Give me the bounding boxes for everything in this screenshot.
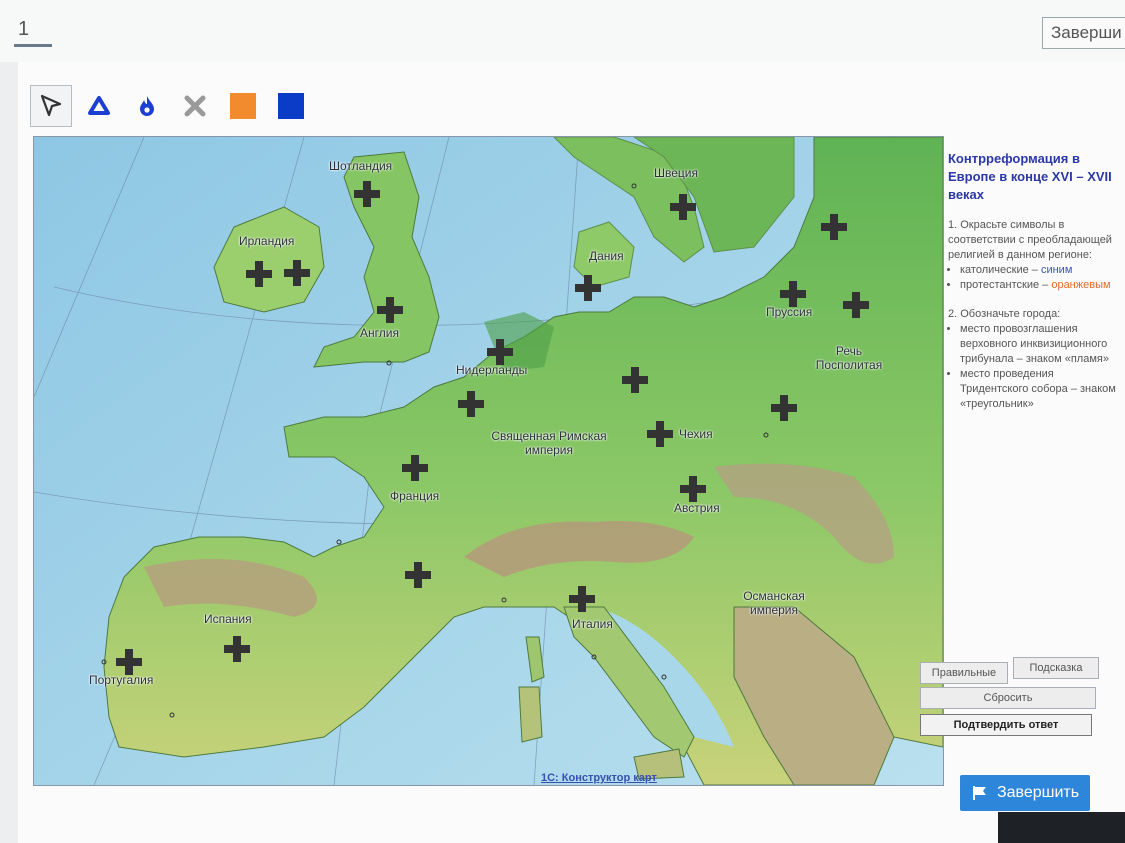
- blue-color[interactable]: [270, 85, 312, 127]
- label-poland: Речь Посполитая: [815, 344, 883, 372]
- legend-trent: место проведения Тридентского собора – з…: [960, 367, 1118, 412]
- label-ottoman: Османская империя: [743, 589, 805, 617]
- label-england: Англия: [360, 326, 399, 340]
- label-spain: Испания: [204, 612, 252, 626]
- flame-icon: [140, 96, 154, 116]
- city-legend: место провозглашения верховного инквизиц…: [948, 322, 1118, 412]
- orange-swatch: [230, 93, 256, 119]
- orange-color[interactable]: [222, 85, 264, 127]
- protestant-color-word: оранжевым: [1051, 279, 1111, 291]
- symbol-czech[interactable]: [647, 421, 673, 447]
- symbol-prussia[interactable]: [780, 281, 806, 307]
- flame-tool[interactable]: [126, 85, 168, 127]
- question-number[interactable]: 1: [18, 18, 29, 41]
- label-scotland: Шотландия: [329, 159, 393, 173]
- symbol-germany-north[interactable]: [622, 367, 648, 393]
- label-czech: Чехия: [679, 427, 713, 441]
- protestant-label: протестантские –: [960, 279, 1049, 291]
- religion-symbols-layer: [101, 181, 869, 718]
- question-number-underline: [14, 44, 52, 47]
- cross-icon: [184, 95, 206, 117]
- task-title: Контрреформация в Европе в конце XVI – X…: [948, 151, 1112, 202]
- legend-inquisition: место провозглашения верховного инквизиц…: [960, 322, 1118, 367]
- label-prussia: Пруссия: [766, 305, 813, 319]
- symbol-england[interactable]: [377, 297, 403, 323]
- reset-button[interactable]: Сбросить: [920, 687, 1096, 709]
- symbol-spain[interactable]: [224, 636, 250, 662]
- label-denmark: Дания: [589, 249, 624, 263]
- correct-answers-button[interactable]: Правильные: [920, 662, 1008, 684]
- symbol-germany-west[interactable]: [458, 391, 484, 417]
- catholic-label: католические –: [960, 264, 1038, 276]
- task-step-1: 1. Окрасьте символы в соответствии с пре…: [948, 219, 1112, 261]
- triangle-tool[interactable]: [78, 85, 120, 127]
- legend-protestant: протестантские – оранжевым: [960, 278, 1118, 293]
- symbol-ireland-2[interactable]: [284, 260, 310, 286]
- finish-label: Завершить: [996, 784, 1080, 801]
- task-sidebar: Контрреформация в Европе в конце XVI – X…: [948, 150, 1118, 412]
- label-france: Франция: [390, 489, 440, 503]
- pointer-tool[interactable]: [30, 85, 72, 127]
- cursor-arrow-icon: [40, 94, 62, 117]
- symbol-poland-north[interactable]: [843, 292, 869, 318]
- catholic-color-word: синим: [1040, 264, 1073, 276]
- label-netherlands: Нидерланды: [456, 363, 528, 377]
- label-hre: Священная Римская империя: [491, 429, 607, 457]
- label-sweden: Швеция: [654, 166, 698, 180]
- map-constructor-link[interactable]: 1С: Конструктор карт: [541, 772, 657, 784]
- blue-swatch: [278, 93, 304, 119]
- task-step-2: 2. Обозначьте города:: [948, 308, 1061, 320]
- color-legend: католические – синим протестантские – ор…: [948, 263, 1118, 293]
- symbol-ireland-1[interactable]: [246, 261, 272, 287]
- symbol-netherlands[interactable]: [487, 339, 513, 365]
- flag-icon: [972, 786, 986, 800]
- legend-catholic: католические – синим: [960, 263, 1118, 278]
- eraser-tool[interactable]: [174, 85, 216, 127]
- triangle-icon: [88, 96, 110, 115]
- monitor-bezel-corner: [998, 812, 1125, 843]
- top-finish-button[interactable]: Заверши: [1042, 17, 1125, 49]
- confirm-answer-button[interactable]: Подтвердить ответ: [920, 714, 1092, 736]
- label-austria: Австрия: [674, 501, 720, 515]
- symbol-austria[interactable]: [680, 476, 706, 502]
- symbol-poland-south[interactable]: [771, 395, 797, 421]
- symbol-denmark[interactable]: [575, 275, 601, 301]
- symbol-portugal[interactable]: [116, 649, 142, 675]
- label-ireland: Ирландия: [239, 234, 295, 248]
- symbol-france-south[interactable]: [405, 562, 431, 588]
- task-instructions: 1. Окрасьте символы в соответствии с пре…: [948, 218, 1118, 412]
- label-italy: Италия: [572, 617, 613, 631]
- label-portugal: Португалия: [89, 673, 154, 687]
- symbol-baltic[interactable]: [821, 214, 847, 240]
- hint-button[interactable]: Подсказка: [1013, 657, 1099, 679]
- tool-palette: [30, 84, 318, 128]
- europe-map[interactable]: Шотландия Ирландия Англия Швеция Дания П…: [33, 136, 944, 786]
- symbol-france-north[interactable]: [402, 455, 428, 481]
- symbol-sweden[interactable]: [670, 194, 696, 220]
- finish-button[interactable]: Завершить: [960, 775, 1090, 811]
- symbol-italy[interactable]: [569, 586, 595, 612]
- symbol-scotland[interactable]: [354, 181, 380, 207]
- top-bar: 1 Заверши: [0, 0, 1125, 62]
